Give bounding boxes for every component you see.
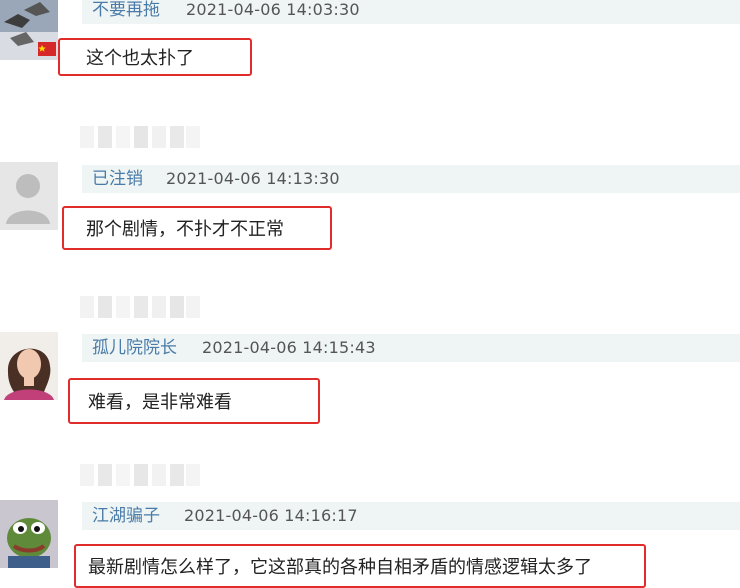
comment-body-highlight: 难看，是非常难看 xyxy=(68,378,320,424)
blurred-reply-placeholder xyxy=(80,296,200,318)
birds-flag-avatar-icon[interactable] xyxy=(0,0,58,60)
blurred-reply-placeholder xyxy=(80,464,200,486)
username-link[interactable]: 不要再拖 xyxy=(92,0,160,24)
comment-text: 最新剧情怎么样了，它这部真的各种自相矛盾的情感逻辑太多了 xyxy=(88,557,592,578)
blurred-reply-placeholder xyxy=(80,126,200,148)
comment-text: 难看，是非常难看 xyxy=(88,392,232,413)
comment-header: 孤儿院院长 2021-04-06 14:15:43 xyxy=(82,334,740,362)
comment-body-highlight: 这个也太扑了 xyxy=(58,38,252,76)
comment-header: 不要再拖 2021-04-06 14:03:30 xyxy=(82,0,740,24)
comment-timestamp: 2021-04-06 14:13:30 xyxy=(166,169,340,188)
comment-timestamp: 2021-04-06 14:03:30 xyxy=(186,0,360,19)
woman-photo-avatar-icon[interactable] xyxy=(0,332,58,400)
username-link[interactable]: 已注销 xyxy=(92,165,143,193)
username-link[interactable]: 江湖骗子 xyxy=(92,502,160,530)
comment-timestamp: 2021-04-06 14:16:17 xyxy=(184,506,358,525)
comment-header: 已注销 2021-04-06 14:13:30 xyxy=(82,165,740,193)
username-link[interactable]: 孤儿院院长 xyxy=(92,334,177,362)
comment-header: 江湖骗子 2021-04-06 14:16:17 xyxy=(82,502,740,530)
comment-body-highlight: 最新剧情怎么样了，它这部真的各种自相矛盾的情感逻辑太多了 xyxy=(74,544,646,588)
comment-text: 那个剧情，不扑才不正常 xyxy=(86,219,284,240)
comment-timestamp: 2021-04-06 14:15:43 xyxy=(202,338,376,357)
comment-body-highlight: 那个剧情，不扑才不正常 xyxy=(62,206,332,250)
comment-text: 这个也太扑了 xyxy=(86,48,194,69)
default-user-avatar-icon[interactable] xyxy=(0,162,58,230)
pepe-frog-avatar-icon[interactable] xyxy=(0,500,58,568)
